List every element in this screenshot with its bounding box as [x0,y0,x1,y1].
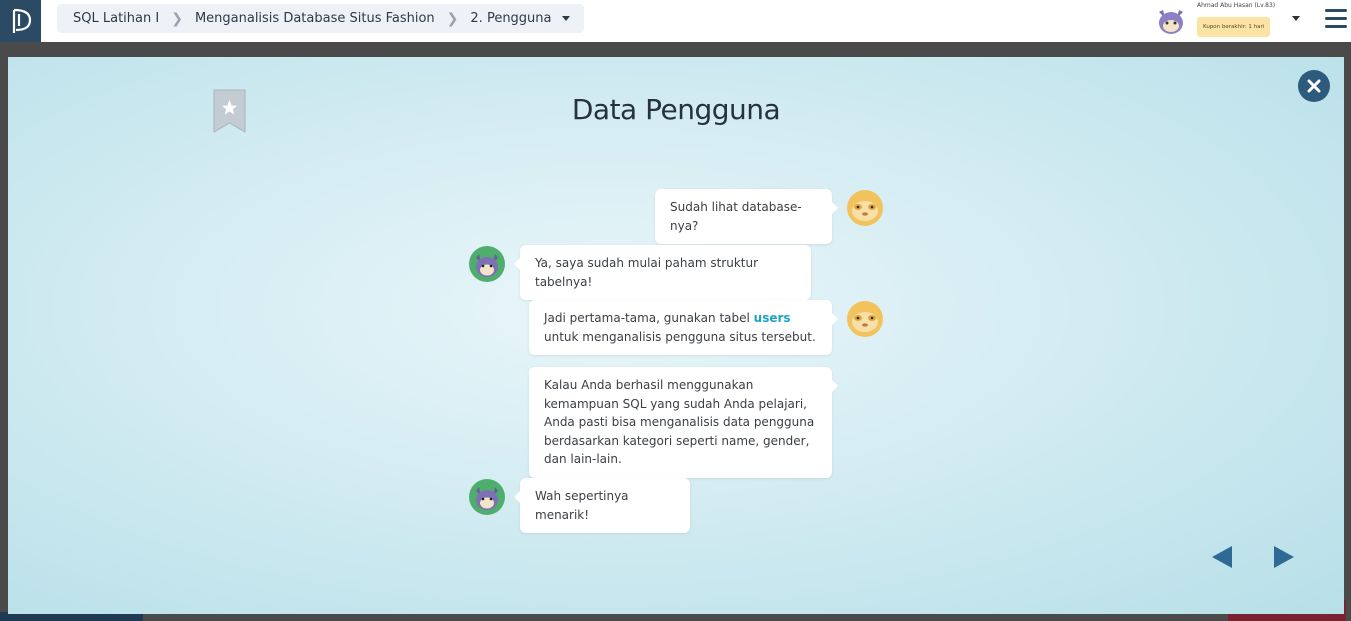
user-avatar[interactable] [1155,6,1187,36]
mentor-avatar [847,301,883,337]
slide-title: Data Pengguna [571,93,781,126]
coupon-badge: Kupon berakhir: 1 hari [1197,17,1271,37]
chat-message-text: Jadi pertama-tama, gunakan tabel [544,311,750,325]
previous-arrow-icon[interactable] [1210,545,1234,569]
chevron-right-icon: ❯ [171,10,183,27]
close-icon [1307,79,1321,93]
breadcrumb-item-step[interactable]: 2. Pengguna [470,11,551,26]
chat-message-text: untuk menganalisis pengguna situs terseb… [544,329,816,344]
chat-bubble-mentor: Sudah lihat database-nya? [655,189,838,244]
student-avatar [469,246,505,282]
chat-message-text: Sudah lihat database-nya? [670,200,802,233]
chat-message-text: Ya, saya sudah mulai paham struktur tabe… [535,256,759,289]
student-avatar [469,479,505,515]
slide-modal: Data Pengguna Sudah lihat database-nya? … [8,57,1344,614]
chat-message-text: Kalau Anda berhasil menggunakan kemampua… [544,378,815,466]
chat-bubble-student: Wah sepertinya menarik! [514,478,690,533]
top-navbar: SQL Latihan I ❯ Menganalisis Database Si… [0,0,1351,42]
chevron-right-icon: ❯ [446,10,459,27]
highlighted-keyword: users [753,311,791,325]
next-arrow-icon[interactable] [1272,545,1296,569]
breadcrumb: SQL Latihan I ❯ Menganalisis Database Si… [57,4,584,33]
caret-down-icon[interactable] [561,16,570,21]
chat-bubble-mentor: Jadi pertama-tama, gunakan tabel users u… [529,300,838,355]
breadcrumb-item-lesson[interactable]: Menganalisis Database Situs Fashion [195,11,435,26]
chat-bubble-student: Ya, saya sudah mulai paham struktur tabe… [514,245,811,300]
chat-message-text: Wah sepertinya menarik! [535,489,629,522]
user-name: Ahmad Abu Hasan (Lv.83) [1197,2,1276,9]
mentor-avatar [847,190,883,226]
close-button[interactable] [1298,70,1330,102]
breadcrumb-item-course[interactable]: SQL Latihan I [73,11,159,26]
logo-button[interactable] [0,0,41,42]
hamburger-menu-icon[interactable] [1325,9,1347,29]
progate-logo-icon [12,8,31,33]
chat-bubble-mentor: Kalau Anda berhasil menggunakan kemampua… [529,367,838,478]
user-menu-caret-icon[interactable] [1292,16,1300,21]
